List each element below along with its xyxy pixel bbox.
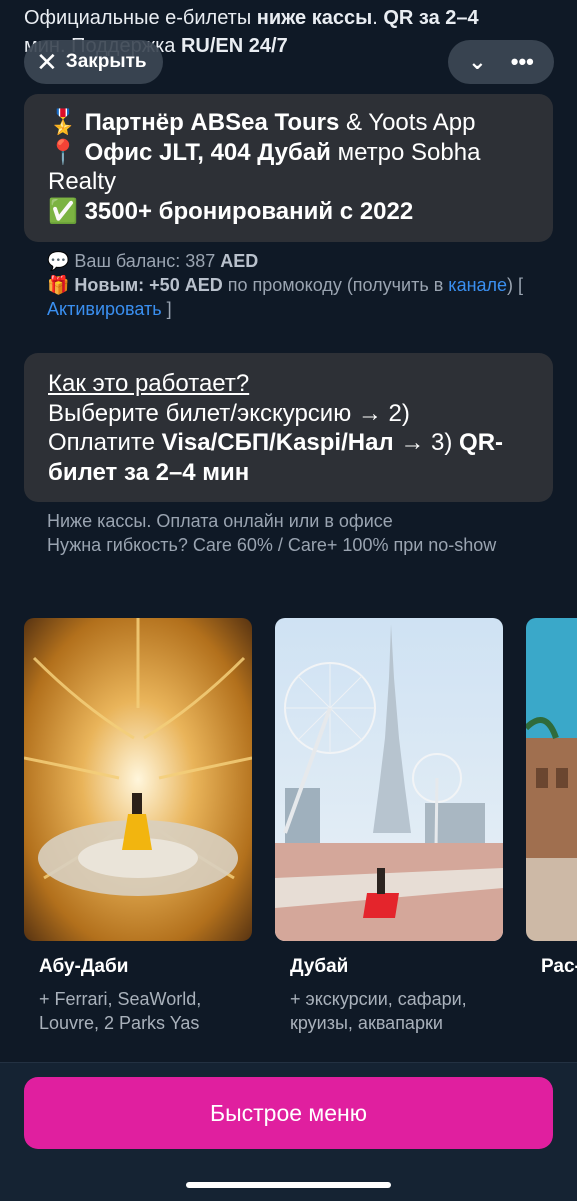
note-line-1: Ниже кассы. Оплата онлайн или в офисе [47, 511, 393, 531]
close-button[interactable]: ✕ Закрыть [24, 40, 163, 84]
channel-link[interactable]: канале [448, 275, 507, 295]
note-line-2: Нужна гибкость? Care 60% / Care+ 100% пр… [47, 535, 497, 555]
activate-link[interactable]: Активировать [47, 299, 162, 319]
third-tile-image [526, 618, 577, 941]
tile-third[interactable] [526, 618, 577, 941]
header-line1: Официальные е-билеты ниже кассы. QR за 2… [24, 7, 479, 29]
balance-line: 💬 Ваш баланс: 387 AED [47, 251, 259, 271]
tile-third-title: Рас- [541, 956, 577, 977]
bookings-line: ✅ 3500+ бронирований с 2022 [48, 197, 414, 225]
chevron-down-icon[interactable]: ⌄ [468, 49, 486, 75]
step-1: Выберите билет/экскурсию → 2) [48, 399, 410, 427]
pricing-note: Ниже кассы. Оплата онлайн или в офисе Ну… [47, 509, 517, 557]
partner-line: 🎖️ Партнёр ABSea Tours & Yoots App [48, 109, 476, 136]
home-indicator[interactable] [186, 1182, 391, 1188]
tile-abu-dhabi-title: Абу-Даби [39, 956, 129, 977]
quick-menu-button[interactable]: Быстрое меню [24, 1077, 553, 1149]
more-dots-icon[interactable]: ••• [511, 49, 534, 75]
tile-dubai-title: Дубай [290, 956, 349, 977]
top-right-controls: ⌄ ••• [448, 40, 554, 84]
abu-dhabi-image [24, 618, 252, 941]
tile-abu-dhabi-subtitle: + Ferrari, SeaWorld, Louvre, 2 Parks Yas [39, 989, 202, 1033]
balance-info: 💬 Ваш баланс: 387 AED 🎁 Новым: +50 AED п… [47, 249, 547, 321]
partner-info-card: 🎖️ Партнёр ABSea Tours & Yoots App 📍 Офи… [24, 94, 553, 242]
close-label: Закрыть [65, 51, 147, 72]
tile-dubai[interactable] [275, 618, 503, 941]
promo-line: 🎁 Новым: +50 AED по промокоду (получить … [47, 275, 524, 319]
close-icon: ✕ [36, 47, 58, 77]
tile-abu-dhabi[interactable] [24, 618, 252, 941]
office-line: 📍 Офис JLT, 404 Дубай метро Sobha Realty [48, 138, 481, 196]
dubai-image [275, 618, 503, 941]
how-it-works-title[interactable]: Как это работает? [48, 369, 529, 399]
tile-dubai-subtitle: + экскурсии, сафари, круизы, аквапарки [290, 989, 467, 1033]
how-it-works-card: Как это работает? Выберите билет/экскурс… [24, 353, 553, 502]
step-2: Оплатите Visa/СБП/Kaspi/Нал → 3) QR-биле… [48, 429, 504, 486]
